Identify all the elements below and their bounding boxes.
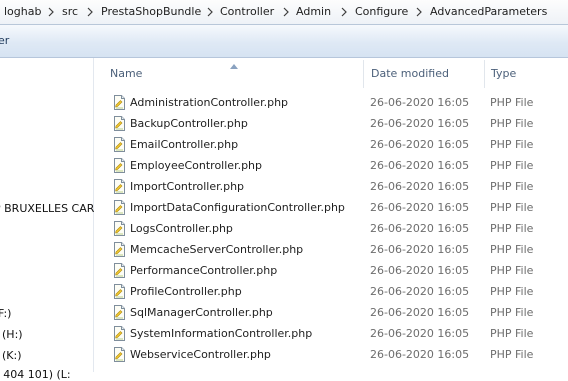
- file-name[interactable]: PerformanceController.php: [130, 264, 277, 277]
- column-divider[interactable]: [484, 60, 485, 88]
- php-file-icon: [113, 242, 126, 257]
- file-row[interactable]: PerformanceController.php 26-06-2020 16:0…: [94, 260, 568, 281]
- nav-item-drive-f[interactable]: F:): [0, 307, 11, 320]
- file-type: PHP File: [490, 138, 534, 151]
- file-row[interactable]: LogsController.php 26-06-2020 16:05 PHP Fi…: [94, 218, 568, 239]
- php-file-icon: [113, 116, 126, 131]
- command-bar: er: [0, 25, 568, 58]
- address-bar[interactable]: loghab src PrestaShopBundle Controller A…: [0, 0, 568, 25]
- breadcrumb-controller[interactable]: Controller: [220, 4, 274, 20]
- chevron-right-icon[interactable]: [282, 5, 290, 19]
- column-divider[interactable]: [363, 60, 364, 88]
- php-file-icon: [113, 95, 126, 110]
- chevron-right-icon[interactable]: [86, 5, 94, 19]
- file-type: PHP File: [490, 180, 534, 193]
- breadcrumb-loghab[interactable]: loghab: [4, 4, 41, 20]
- file-name[interactable]: BackupController.php: [130, 117, 248, 130]
- file-date-modified: 26-06-2020 16:05: [370, 159, 470, 172]
- file-type: PHP File: [490, 327, 534, 340]
- php-file-icon: [113, 200, 126, 215]
- file-date-modified: 26-06-2020 16:05: [370, 348, 470, 361]
- toolbar-label[interactable]: er: [0, 34, 9, 47]
- file-row[interactable]: EmailController.php 26-06-2020 16:05 PHP F…: [94, 134, 568, 155]
- chevron-right-icon[interactable]: [415, 5, 423, 19]
- file-type: PHP File: [490, 96, 534, 109]
- file-name[interactable]: AdministrationController.php: [130, 96, 288, 109]
- nav-item-drive-l[interactable]: / 404 101) (L:: [0, 368, 71, 381]
- file-list: Name Date modified Type AdministrationCo…: [94, 58, 568, 372]
- file-name[interactable]: WebserviceController.php: [130, 348, 271, 361]
- file-row[interactable]: ProfileController.php 26-06-2020 16:05 PHP…: [94, 281, 568, 302]
- sort-ascending-icon: [230, 59, 238, 69]
- file-type: PHP File: [490, 285, 534, 298]
- php-file-icon: [113, 263, 126, 278]
- column-name[interactable]: Name: [110, 67, 142, 80]
- nav-item-drive-k[interactable]: (K:): [2, 349, 22, 362]
- breadcrumb-prestashopbundle[interactable]: PrestaShopBundle: [101, 4, 201, 20]
- nav-item-bruxelles[interactable]: P BRUXELLES CAR: [0, 202, 94, 215]
- breadcrumb-advancedparameters[interactable]: AdvancedParameters: [430, 4, 547, 20]
- file-type: PHP File: [490, 243, 534, 256]
- breadcrumb-admin[interactable]: Admin: [296, 4, 331, 20]
- file-date-modified: 26-06-2020 16:05: [370, 285, 470, 298]
- php-file-icon: [113, 284, 126, 299]
- chevron-right-icon[interactable]: [47, 5, 55, 19]
- file-date-modified: 26-06-2020 16:05: [370, 264, 470, 277]
- file-date-modified: 26-06-2020 16:05: [370, 222, 470, 235]
- file-type: PHP File: [490, 264, 534, 277]
- file-date-modified: 26-06-2020 16:05: [370, 306, 470, 319]
- file-date-modified: 26-06-2020 16:05: [370, 243, 470, 256]
- file-date-modified: 26-06-2020 16:05: [370, 138, 470, 151]
- php-file-icon: [113, 137, 126, 152]
- chevron-right-icon[interactable]: [340, 5, 348, 19]
- navigation-pane: P BRUXELLES CAR F:) (H:) (K:) / 404 101)…: [0, 58, 94, 381]
- php-file-icon: [113, 179, 126, 194]
- nav-item-drive-h[interactable]: (H:): [2, 328, 23, 341]
- file-name[interactable]: SystemInformationController.php: [130, 327, 312, 340]
- php-file-icon: [113, 221, 126, 236]
- file-name[interactable]: ProfileController.php: [130, 285, 242, 298]
- chevron-right-icon[interactable]: [206, 5, 214, 19]
- file-row[interactable]: BackupController.php 26-06-2020 16:05 PHP …: [94, 113, 568, 134]
- file-name[interactable]: EmployeeController.php: [130, 159, 262, 172]
- file-type: PHP File: [490, 117, 534, 130]
- php-file-icon: [113, 305, 126, 320]
- file-name[interactable]: SqlManagerController.php: [130, 306, 273, 319]
- file-type: PHP File: [490, 306, 534, 319]
- file-name[interactable]: MemcacheServerController.php: [130, 243, 303, 256]
- file-row[interactable]: SqlManagerController.php 26-06-2020 16:05…: [94, 302, 568, 323]
- php-file-icon: [113, 347, 126, 362]
- file-name[interactable]: ImportController.php: [130, 180, 244, 193]
- breadcrumb-configure[interactable]: Configure: [355, 4, 408, 20]
- column-header-row: Name Date modified Type: [94, 58, 568, 88]
- file-date-modified: 26-06-2020 16:05: [370, 201, 470, 214]
- file-type: PHP File: [490, 348, 534, 361]
- breadcrumb-src[interactable]: src: [62, 4, 78, 20]
- file-row[interactable]: SystemInformationController.php 26-06-202…: [94, 323, 568, 344]
- file-name[interactable]: LogsController.php: [130, 222, 233, 235]
- file-date-modified: 26-06-2020 16:05: [370, 180, 470, 193]
- file-name[interactable]: ImportDataConfigurationController.php: [130, 201, 345, 214]
- file-row[interactable]: AdministrationController.php 26-06-2020 1…: [94, 92, 568, 113]
- file-type: PHP File: [490, 159, 534, 172]
- file-row[interactable]: ImportController.php 26-06-2020 16:05 PHP …: [94, 176, 568, 197]
- column-type[interactable]: Type: [491, 67, 516, 80]
- file-date-modified: 26-06-2020 16:05: [370, 327, 470, 340]
- file-date-modified: 26-06-2020 16:05: [370, 117, 470, 130]
- file-name[interactable]: EmailController.php: [130, 138, 238, 151]
- file-type: PHP File: [490, 222, 534, 235]
- file-row[interactable]: WebserviceController.php 26-06-2020 16:05…: [94, 344, 568, 365]
- file-row[interactable]: MemcacheServerController.php 26-06-2020 1…: [94, 239, 568, 260]
- file-row[interactable]: EmployeeController.php 26-06-2020 16:05 PH…: [94, 155, 568, 176]
- php-file-icon: [113, 158, 126, 173]
- file-date-modified: 26-06-2020 16:05: [370, 96, 470, 109]
- file-row[interactable]: ImportDataConfigurationController.php 26-…: [94, 197, 568, 218]
- file-type: PHP File: [490, 201, 534, 214]
- php-file-icon: [113, 326, 126, 341]
- column-date-modified[interactable]: Date modified: [371, 67, 449, 80]
